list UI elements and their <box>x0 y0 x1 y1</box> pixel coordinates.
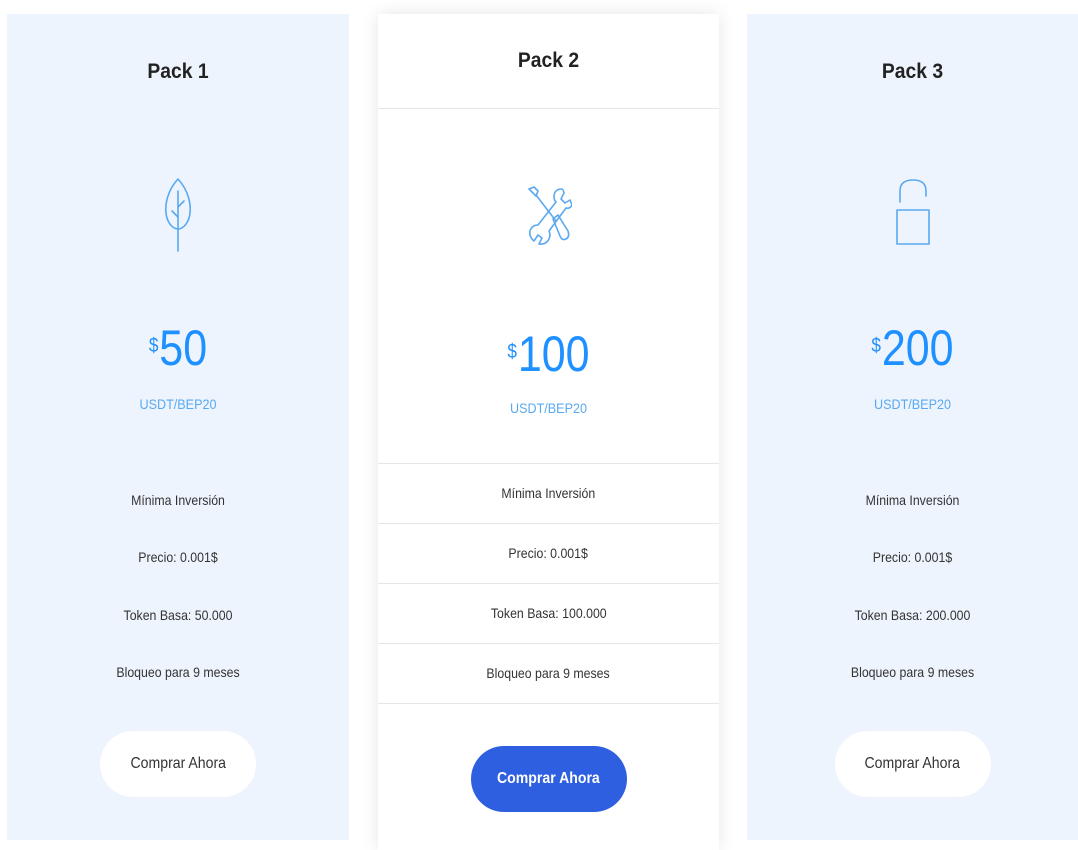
pack-card-3: Pack 3 $200 USDT/BEP20 Mínima Inversión … <box>747 14 1078 840</box>
pack-price: $100 <box>402 326 695 382</box>
feature-text: Token Basa: 100.000 <box>490 605 607 621</box>
pack-price: $200 <box>770 320 1055 376</box>
buy-now-label: Comprar Ahora <box>497 770 600 787</box>
buy-now-button[interactable]: Comprar Ahora <box>100 731 256 797</box>
feature-text: Bloqueo para 9 meses <box>486 665 611 681</box>
feature-token-base: Token Basa: 200.000 <box>854 607 971 623</box>
price-value: 50 <box>159 320 208 376</box>
feature-lock-period: Bloqueo para 9 meses <box>116 664 240 680</box>
leaf-icon <box>163 177 193 258</box>
price-value: 100 <box>517 326 590 382</box>
pack-price: $50 <box>31 320 325 376</box>
pack-card-1: Pack 1 $50 USDT/BEP20 Mínima Inversión P… <box>7 14 349 840</box>
price-unit: USDT/BEP20 <box>139 396 217 412</box>
feature-minimum-investment: Mínima Inversión <box>865 492 960 508</box>
feature-price: Precio: 0.001$ <box>872 549 953 565</box>
feature-text: Precio: 0.001$ <box>508 545 589 561</box>
pack-header: Pack 2 <box>378 14 719 109</box>
tools-icon <box>526 185 573 256</box>
currency-symbol: $ <box>871 335 881 357</box>
currency-symbol: $ <box>148 335 159 357</box>
feature-lock-period: Bloqueo para 9 meses <box>378 644 719 704</box>
feature-minimum-investment: Mínima Inversión <box>378 464 719 524</box>
price-unit: USDT/BEP20 <box>509 400 588 416</box>
feature-text: Mínima Inversión <box>501 485 596 501</box>
feature-token-base: Token Basa: 100.000 <box>378 584 719 644</box>
pack-title: Pack 3 <box>881 60 944 83</box>
feature-lock-period: Bloqueo para 9 meses <box>850 664 975 680</box>
pack-card-2: Pack 2 $100 USDT/BEP20 Mínima Inversión … <box>378 14 719 850</box>
pack-title: Pack 2 <box>517 49 580 72</box>
feature-minimum-investment: Mínima Inversión <box>131 492 225 508</box>
feature-price: Precio: 0.001$ <box>378 524 719 584</box>
currency-symbol: $ <box>507 341 517 363</box>
feature-list: Mínima Inversión Precio: 0.001$ Token Ba… <box>378 463 719 704</box>
pack-title: Pack 1 <box>147 60 209 83</box>
buy-now-button[interactable]: Comprar Ahora <box>470 746 627 812</box>
buy-now-button[interactable]: Comprar Ahora <box>834 731 991 797</box>
buy-now-label: Comprar Ahora <box>864 755 961 772</box>
buy-now-label: Comprar Ahora <box>130 755 226 772</box>
feature-price: Precio: 0.001$ <box>138 549 218 565</box>
feature-token-base: Token Basa: 50.000 <box>123 607 233 623</box>
price-value: 200 <box>881 320 954 376</box>
unlock-icon <box>895 177 931 252</box>
price-unit: USDT/BEP20 <box>873 396 952 412</box>
